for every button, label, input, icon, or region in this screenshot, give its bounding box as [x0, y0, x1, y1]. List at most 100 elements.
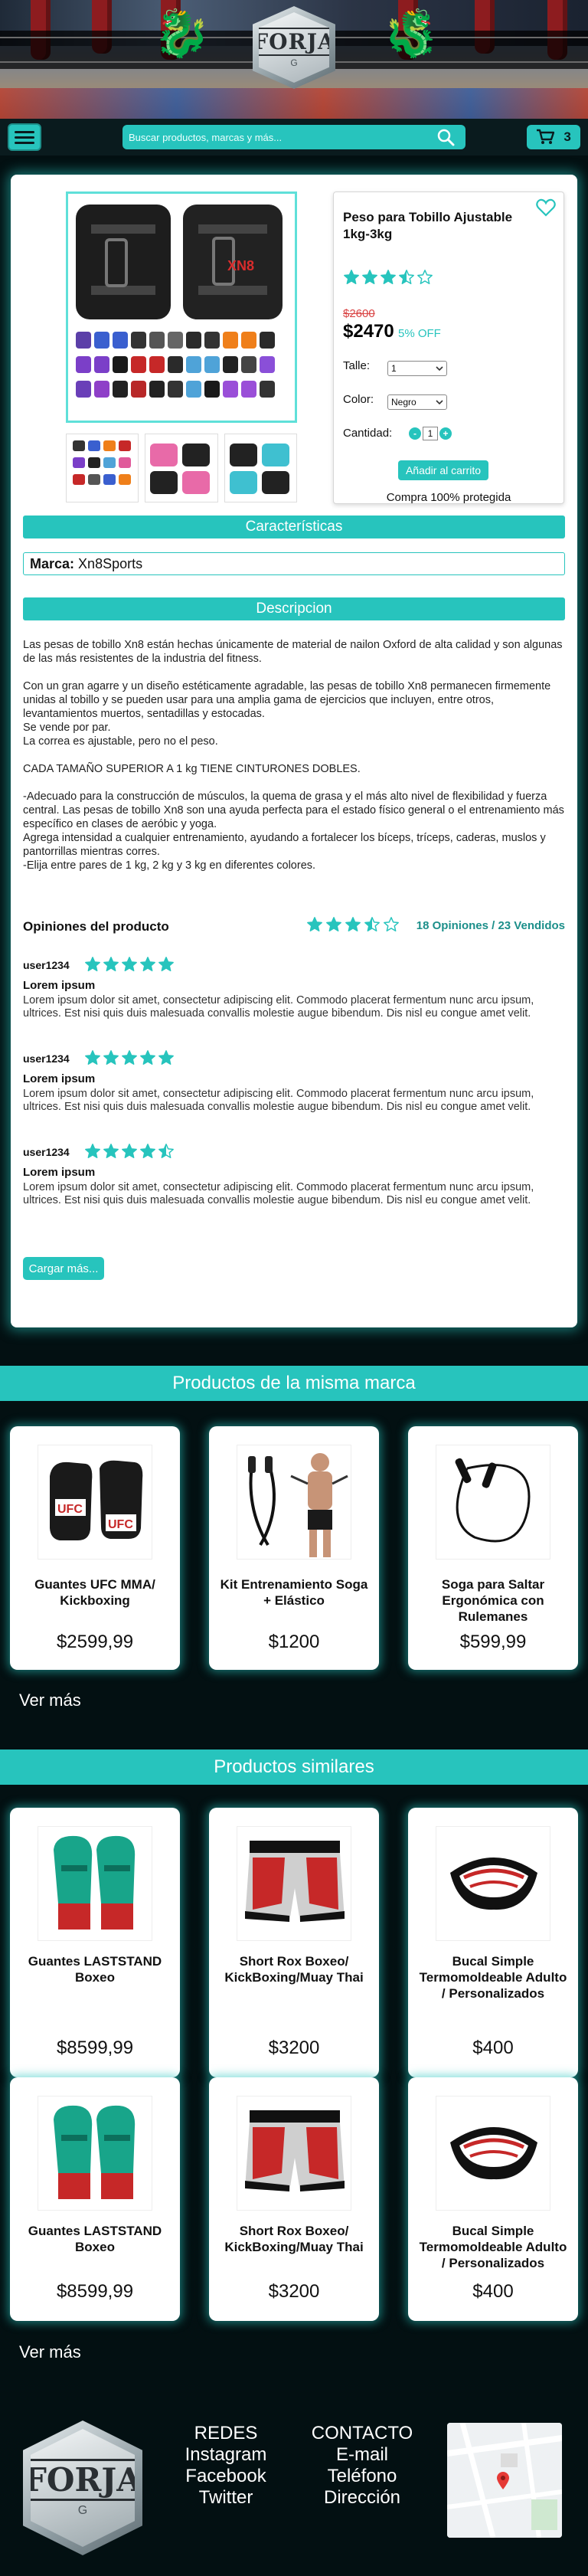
menu-button[interactable]: [8, 123, 41, 151]
star-half-icon: [399, 270, 414, 284]
phone-link[interactable]: Teléfono: [297, 2466, 427, 2487]
product-tile[interactable]: Bucal Simple Termomoldeable Adulto / Per…: [408, 1808, 578, 2077]
product-tile[interactable]: Short Rox Boxeo/ KickBoxing/Muay Thai $3…: [209, 1808, 379, 2077]
old-price: $2600: [343, 307, 375, 320]
product-name: Guantes LASTSTAND Boxeo: [28, 1954, 162, 1985]
description-paragraph: Con un gran agarre y un diseño estéticam…: [23, 680, 551, 720]
mouthguard-image: [450, 1858, 537, 1910]
menu-bar: [15, 141, 34, 144]
cart-icon: [537, 129, 555, 144]
star-full-icon: [103, 1050, 119, 1065]
review-title: Lorem ipsum: [23, 979, 96, 992]
location-map[interactable]: [447, 2423, 562, 2538]
product-image-brand: XN8: [227, 258, 254, 273]
description-heading: Descripcion: [23, 597, 565, 620]
star-full-icon: [85, 1050, 100, 1065]
thumbnail-image: [150, 444, 211, 494]
star-full-icon: [140, 1144, 155, 1158]
qty-label: Cantidad:: [343, 427, 393, 440]
product-tile[interactable]: Guantes LASTSTAND Boxeo $8599,99: [10, 1808, 180, 2077]
map-pin-icon: [497, 2472, 509, 2489]
boxing-shorts-image: [245, 2110, 345, 2191]
load-more-button[interactable]: Cargar más...: [23, 1257, 104, 1280]
product-tile[interactable]: Kit Entrenamiento Soga + Elástico $1200: [209, 1426, 379, 1670]
star-full-icon: [344, 270, 359, 284]
star-full-icon: [307, 917, 322, 931]
description-text: Las pesas de tobillo Xn8 están hechas ún…: [23, 638, 565, 872]
product-image: [237, 1445, 351, 1560]
mma-gloves-image: UFC UFC: [50, 1460, 143, 1540]
facebook-link[interactable]: Facebook: [161, 2466, 291, 2487]
thumbnail[interactable]: [145, 434, 218, 502]
product-name: Guantes LASTSTAND Boxeo: [28, 2224, 162, 2254]
star-full-icon: [122, 1050, 137, 1065]
hero-banner: 🐉 🐉 FORJA G: [0, 0, 588, 119]
dragon-icon: 🐉: [383, 8, 440, 59]
footer-logo[interactable]: FORJA G: [23, 2421, 142, 2555]
menu-bar: [15, 130, 34, 133]
chevron-down-icon: [436, 400, 443, 405]
size-select[interactable]: 1: [387, 361, 447, 376]
ankle-weights-image: XN8: [76, 205, 283, 398]
similar-more-link[interactable]: Ver más: [19, 2342, 81, 2362]
review-body: Lorem ipsum dolor sit amet, consectetur …: [23, 1181, 534, 1206]
product-name: Soga para Saltar Ergonómica con Rulemane…: [441, 1577, 545, 1624]
description-paragraph: [23, 776, 565, 790]
qty-increase-button[interactable]: +: [439, 427, 452, 440]
product-name: Short Rox Boxeo/ KickBoxing/Muay Thai: [224, 2224, 364, 2254]
product-tile[interactable]: Short Rox Boxeo/ KickBoxing/Muay Thai $3…: [209, 2077, 379, 2321]
svg-text:UFC: UFC: [108, 1518, 133, 1531]
top-bar: 3: [0, 119, 588, 155]
product-image: [38, 1826, 152, 1941]
product-price: $8599,99: [56, 2038, 134, 2058]
heart-icon[interactable]: [536, 198, 556, 217]
star-full-icon: [85, 957, 100, 971]
review-user: user1234: [23, 959, 70, 971]
footer-logo-text: FORJA: [31, 2458, 135, 2501]
product-image: UFC UFC: [38, 1445, 152, 1560]
product-image: [436, 1826, 550, 1941]
product-tile[interactable]: Guantes LASTSTAND Boxeo $8599,99: [10, 2077, 180, 2321]
star-full-icon: [122, 957, 137, 971]
product-tile[interactable]: UFC UFC Guantes UFC MMA/ Kickboxing $259…: [10, 1426, 180, 1670]
logo-mark: G: [290, 57, 298, 68]
star-full-icon: [345, 917, 361, 931]
reviews-summary[interactable]: 18 Opiniones / 23 Vendidos: [416, 919, 565, 932]
search-bar: [122, 125, 466, 149]
features-heading: Características: [23, 516, 565, 538]
description-paragraph: Agrega intensidad a cualquier entrenamie…: [23, 832, 546, 858]
thumbnail[interactable]: [224, 434, 297, 502]
review-title: Lorem ipsum: [23, 1166, 96, 1179]
search-icon[interactable]: [436, 128, 455, 146]
add-to-cart-button[interactable]: Añadir al carrito: [398, 460, 488, 480]
product-tile[interactable]: Soga para Saltar Ergonómica con Rulemane…: [408, 1426, 578, 1670]
product-image: [237, 1826, 351, 1941]
product-main-image[interactable]: XN8: [66, 191, 297, 423]
color-select[interactable]: Negro: [387, 394, 447, 410]
star-full-icon: [326, 917, 341, 931]
product-tile[interactable]: Bucal Simple Termomoldeable Adulto / Per…: [408, 2077, 578, 2321]
thumbnail[interactable]: [66, 434, 139, 502]
description-paragraph: [23, 748, 565, 762]
review-body: Lorem ipsum dolor sit amet, consectetur …: [23, 1088, 534, 1113]
star-full-icon: [362, 270, 377, 284]
search-input[interactable]: [129, 128, 420, 146]
jump-rope-image: [455, 1458, 531, 1543]
star-empty-icon: [417, 270, 433, 284]
review-body: Lorem ipsum dolor sit amet, consectetur …: [23, 994, 534, 1020]
review-title: Lorem ipsum: [23, 1072, 96, 1085]
quantity-stepper: - 1 +: [409, 427, 452, 440]
same-brand-more-link[interactable]: Ver más: [19, 1691, 81, 1710]
address-link[interactable]: Dirección: [297, 2487, 427, 2509]
gym-floor: [0, 88, 588, 119]
product-image: [237, 2096, 351, 2211]
color-variants: [76, 332, 275, 398]
email-link[interactable]: E-mail: [297, 2444, 427, 2466]
twitter-link[interactable]: Twitter: [161, 2487, 291, 2509]
star-full-icon: [85, 1144, 100, 1158]
cart-button[interactable]: 3: [527, 125, 580, 149]
qty-decrease-button[interactable]: -: [409, 427, 421, 440]
qty-value[interactable]: 1: [423, 427, 438, 440]
instagram-link[interactable]: Instagram: [161, 2444, 291, 2466]
discount-badge: 5% OFF: [398, 327, 441, 340]
